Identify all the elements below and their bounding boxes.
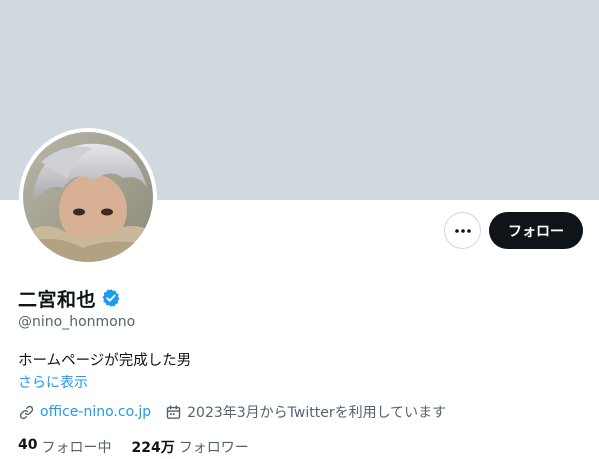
name-row: 二宮和也 (18, 285, 121, 311)
following-label: フォロー中 (41, 440, 112, 456)
follow-button[interactable]: フォロー (489, 212, 583, 249)
calendar-icon (166, 404, 181, 419)
avatar-image (23, 132, 153, 262)
website-item: office-nino.co.jp (18, 404, 151, 421)
following-count: 40 (18, 437, 38, 453)
website-link[interactable]: office-nino.co.jp (40, 404, 151, 420)
user-handle: @nino_honmono (18, 314, 136, 330)
more-dots-icon (454, 228, 471, 233)
followers-count: 224万 (131, 440, 175, 456)
followers-label: フォロワー (178, 440, 249, 456)
link-icon (19, 405, 34, 419)
display-name: 二宮和也 (18, 288, 97, 311)
bio-text: ホームページが完成した男 (18, 353, 192, 369)
joined-item: 2023年3月からTwitterを利用しています (165, 402, 446, 422)
follow-stats: 40 フォロー中 224万 フォロワー (18, 437, 249, 457)
verified-badge-icon[interactable] (101, 288, 121, 308)
show-more-link[interactable]: さらに表示 (18, 372, 88, 392)
following-stat[interactable]: 40 フォロー中 (18, 437, 111, 457)
more-options-button[interactable] (444, 212, 481, 249)
joined-date: 2023年3月からTwitterを利用しています (187, 405, 447, 421)
profile-meta: office-nino.co.jp 2023年3月からTwitterを利用してい… (18, 401, 446, 423)
followers-stat[interactable]: 224万 フォロワー (131, 437, 248, 457)
avatar[interactable] (19, 128, 157, 266)
